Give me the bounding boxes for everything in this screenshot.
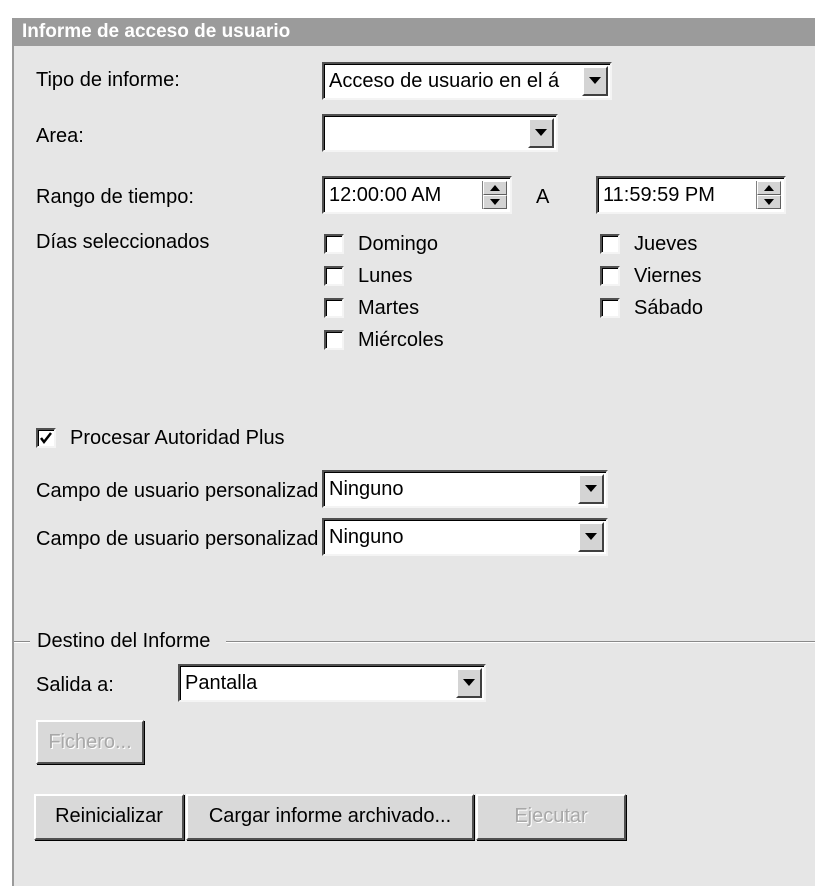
custom-field-2-label: Campo de usuario personalizad [36, 528, 319, 550]
arrow-up-icon [490, 185, 500, 191]
checkbox-domingo[interactable] [324, 234, 344, 254]
area-select[interactable] [322, 114, 558, 152]
area-label: Area: [36, 125, 84, 147]
checkmark-icon [40, 432, 52, 445]
time-end-input[interactable]: 11:59:59 PM [596, 176, 786, 214]
output-dropdown-button[interactable] [456, 668, 482, 698]
time-start-spin-down[interactable] [483, 195, 507, 209]
day-label-lunes: Lunes [358, 265, 413, 287]
day-label-jueves: Jueves [634, 233, 698, 255]
arrow-down-icon [764, 199, 774, 205]
checkbox-jueves[interactable] [600, 234, 620, 254]
destination-group-label: Destino del Informe [34, 629, 214, 653]
chevron-down-icon [585, 485, 597, 492]
report-panel: Informe de acceso de usuario Tipo de inf… [12, 18, 815, 886]
report-type-label: Tipo de informe: [36, 69, 180, 91]
chevron-down-icon [535, 129, 547, 136]
time-end-spin-up[interactable] [757, 181, 781, 195]
time-end-spin-down[interactable] [757, 195, 781, 209]
authority-plus-checkbox[interactable] [36, 428, 56, 448]
time-range-label: Rango de tiempo: [36, 186, 194, 208]
time-end-spinner[interactable] [756, 181, 781, 209]
custom-field-1-value: Ninguno [329, 478, 404, 500]
load-archived-report-button[interactable]: Cargar informe archivado... [186, 794, 474, 840]
file-button[interactable]: Fichero... [36, 720, 144, 764]
output-label: Salida a: [36, 674, 114, 696]
day-label-miercoles: Miércoles [358, 329, 444, 351]
chevron-down-icon [463, 679, 475, 686]
run-button[interactable]: Ejecutar [476, 794, 626, 840]
checkbox-martes[interactable] [324, 298, 344, 318]
checkbox-lunes[interactable] [324, 266, 344, 286]
custom-field-1-dropdown-button[interactable] [578, 474, 604, 504]
time-range-separator: A [536, 186, 550, 208]
days-label: Días seleccionados [36, 231, 210, 253]
group-divider-right [226, 641, 815, 643]
time-start-spin-up[interactable] [483, 181, 507, 195]
custom-field-2-dropdown-button[interactable] [578, 522, 604, 552]
time-start-value: 12:00:00 AM [329, 184, 442, 206]
window-title: Informe de acceso de usuario [14, 18, 815, 46]
custom-field-2-select[interactable]: Ninguno [322, 518, 608, 556]
custom-field-2-value: Ninguno [329, 526, 404, 548]
custom-field-1-select[interactable]: Ninguno [322, 470, 608, 508]
time-start-spinner[interactable] [482, 181, 507, 209]
output-select[interactable]: Pantalla [178, 664, 486, 702]
custom-field-1-label: Campo de usuario personalizad [36, 480, 319, 502]
report-type-dropdown-button[interactable] [582, 66, 608, 96]
arrow-down-icon [490, 199, 500, 205]
group-divider-left [14, 641, 30, 643]
time-start-input[interactable]: 12:00:00 AM [322, 176, 512, 214]
checkbox-viernes[interactable] [600, 266, 620, 286]
day-label-domingo: Domingo [358, 233, 439, 255]
checkbox-sabado[interactable] [600, 298, 620, 318]
chevron-down-icon [585, 533, 597, 540]
output-value: Pantalla [185, 672, 258, 694]
reset-button[interactable]: Reinicializar [34, 794, 184, 840]
chevron-down-icon [589, 77, 601, 84]
time-end-value: 11:59:59 PM [603, 184, 715, 206]
arrow-up-icon [764, 185, 774, 191]
checkbox-miercoles[interactable] [324, 330, 344, 350]
day-label-sabado: Sábado [634, 297, 703, 319]
report-type-select[interactable]: Acceso de usuario en el á [322, 62, 612, 100]
day-label-martes: Martes [358, 297, 420, 319]
authority-plus-label: Procesar Autoridad Plus [70, 427, 285, 449]
day-label-viernes: Viernes [634, 265, 702, 287]
area-dropdown-button[interactable] [528, 118, 554, 148]
report-type-value: Acceso de usuario en el á [329, 70, 560, 92]
